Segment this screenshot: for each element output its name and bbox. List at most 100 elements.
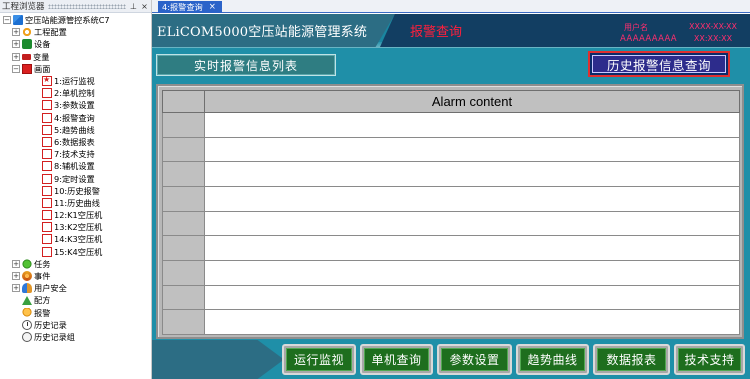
tree-item[interactable]: 11:历史曲线 [0, 197, 151, 209]
row-header-cell[interactable] [162, 309, 205, 335]
tree-item[interactable]: 5:趋势曲线 [0, 124, 151, 136]
tree-item[interactable]: 4:报警查询 [0, 112, 151, 124]
tree-item[interactable]: 9:定时设置 [0, 172, 151, 184]
tree-item[interactable]: 10:历史报警 [0, 185, 151, 197]
tab-close-icon[interactable]: × [209, 2, 216, 12]
tree-item[interactable]: + 任务 [0, 258, 151, 270]
table-row[interactable] [162, 309, 740, 335]
row-header-cell[interactable] [162, 112, 205, 138]
nav-button-tech-support[interactable]: 技术支持 [674, 344, 745, 375]
tree-item-label: 配方 [34, 295, 51, 306]
date-display: XXXX-XX-XX [688, 22, 738, 31]
nav-button-label: 技术支持 [678, 348, 741, 371]
users-icon [22, 283, 32, 294]
nav-button-param-setting[interactable]: 参数设置 [437, 344, 512, 375]
table-row[interactable] [162, 210, 740, 237]
tree-item[interactable]: + 变量 [0, 51, 151, 63]
tree-item[interactable]: 配方 [0, 294, 151, 306]
expand-icon[interactable]: + [12, 259, 20, 268]
tree-item[interactable]: 12:K1空压机 [0, 209, 151, 221]
tree-item[interactable]: − 画面 [0, 63, 151, 75]
page-icon [42, 197, 52, 208]
column-header-alarm-content[interactable]: Alarm content [204, 90, 740, 113]
nav-button-label: 单机查询 [364, 348, 429, 371]
alarm-content-cell [204, 259, 740, 286]
expand-icon[interactable]: + [12, 28, 20, 37]
expand-icon[interactable]: + [12, 272, 20, 281]
page-icon [42, 161, 52, 172]
project-tree: − 空压站能源管控系统C7 + 工程配置 + 设备 + 变量 − 画面1:运行监视2:单机控制3:… [0, 13, 151, 343]
tree-item[interactable]: 2:单机控制 [0, 87, 151, 99]
realtime-alarm-list-button[interactable]: 实时报警信息列表 [156, 54, 336, 76]
tree-item-label: 报警 [34, 307, 51, 318]
page-icon [42, 173, 52, 184]
row-header-cell[interactable] [162, 210, 205, 237]
time-display: XX:XX:XX [693, 34, 733, 43]
tree-item[interactable]: 3:参数设置 [0, 99, 151, 111]
row-header-cell[interactable] [162, 259, 205, 286]
tree-item-label: 任务 [34, 258, 51, 269]
expand-icon[interactable]: + [12, 40, 20, 49]
hmi-screen: ELiCOM5000空压站能源管理系统 报警查询 用户名 AAAAAAAAA X… [152, 14, 750, 379]
alarm-icon [22, 307, 32, 318]
tab-alarm-query[interactable]: 4:报警查询 × [158, 1, 222, 13]
tree-item-label: 6:数据报表 [54, 136, 95, 147]
row-header-cell[interactable] [162, 136, 205, 163]
history-icon [22, 319, 32, 330]
table-row[interactable] [162, 235, 740, 261]
tree-item-label: 设备 [34, 39, 51, 50]
tree-item[interactable]: 13:K2空压机 [0, 221, 151, 233]
tree-item[interactable]: + 工程配置 [0, 26, 151, 38]
nav-button-trend-curve[interactable]: 趋势曲线 [516, 344, 589, 375]
tree-item[interactable]: − 空压站能源管控系统C7 [0, 14, 151, 26]
tree-item[interactable]: 历史记录组 [0, 331, 151, 343]
tree-item[interactable]: 报警 [0, 307, 151, 319]
tree-item[interactable]: 14:K3空压机 [0, 233, 151, 245]
alarm-content-cell [204, 161, 740, 187]
nav-button-label: 趋势曲线 [520, 348, 585, 371]
tree-item[interactable]: + 用户安全 [0, 282, 151, 294]
tree-item[interactable]: 8:辅机设置 [0, 160, 151, 172]
nav-button-data-report[interactable]: 数据报表 [593, 344, 670, 375]
recipe-icon [22, 295, 32, 305]
expand-icon[interactable]: + [12, 284, 20, 293]
table-row[interactable] [162, 136, 740, 163]
history-alarm-query-button[interactable]: 历史报警信息查询 [588, 51, 730, 77]
nav-button-single-query[interactable]: 单机查询 [360, 344, 433, 375]
tree-item[interactable]: 历史记录 [0, 319, 151, 331]
table-row[interactable] [162, 259, 740, 286]
tree-item[interactable]: 7:技术支持 [0, 148, 151, 160]
table-row[interactable] [162, 284, 740, 311]
variable-icon [22, 54, 31, 61]
user-info-area: 用户名 AAAAAAAAA XXXX-XX-XX XX:XX:XX [504, 14, 750, 47]
page-icon [42, 210, 52, 221]
page-icon [42, 234, 52, 245]
pin-icon[interactable]: ⊥ [129, 2, 138, 11]
nav-arrow-decoration [152, 340, 284, 379]
page-icon [42, 112, 52, 123]
tree-item[interactable]: 1:运行监视 [0, 74, 151, 87]
page-icon [42, 100, 52, 111]
expand-icon[interactable]: + [12, 52, 20, 61]
tree-item[interactable]: 6:数据报表 [0, 136, 151, 148]
table-row[interactable] [162, 161, 740, 187]
row-header-cell[interactable] [162, 235, 205, 261]
bottom-navigation: 运行监视 单机查询 参数设置 趋势曲线 数据报表 技术支持 [152, 340, 750, 379]
table-row[interactable] [162, 185, 740, 212]
table-row[interactable] [162, 112, 740, 138]
close-icon[interactable]: × [140, 2, 149, 11]
tree-item[interactable]: 15:K4空压机 [0, 246, 151, 258]
device-icon [22, 39, 32, 50]
tree-item-label: 14:K3空压机 [54, 234, 103, 245]
collapse-icon[interactable]: − [3, 16, 11, 25]
alarm-content-cell [204, 136, 740, 163]
nav-button-run-monitor[interactable]: 运行监视 [282, 344, 356, 375]
datetime: XXXX-XX-XX XX:XX:XX [676, 21, 750, 45]
row-header-cell[interactable] [162, 185, 205, 212]
tree-item[interactable]: + 事件 [0, 270, 151, 282]
alarm-content-cell [204, 185, 740, 212]
collapse-icon[interactable]: − [12, 64, 20, 73]
row-header-cell[interactable] [162, 161, 205, 187]
row-header-cell[interactable] [162, 284, 205, 311]
tree-item[interactable]: + 设备 [0, 38, 151, 50]
